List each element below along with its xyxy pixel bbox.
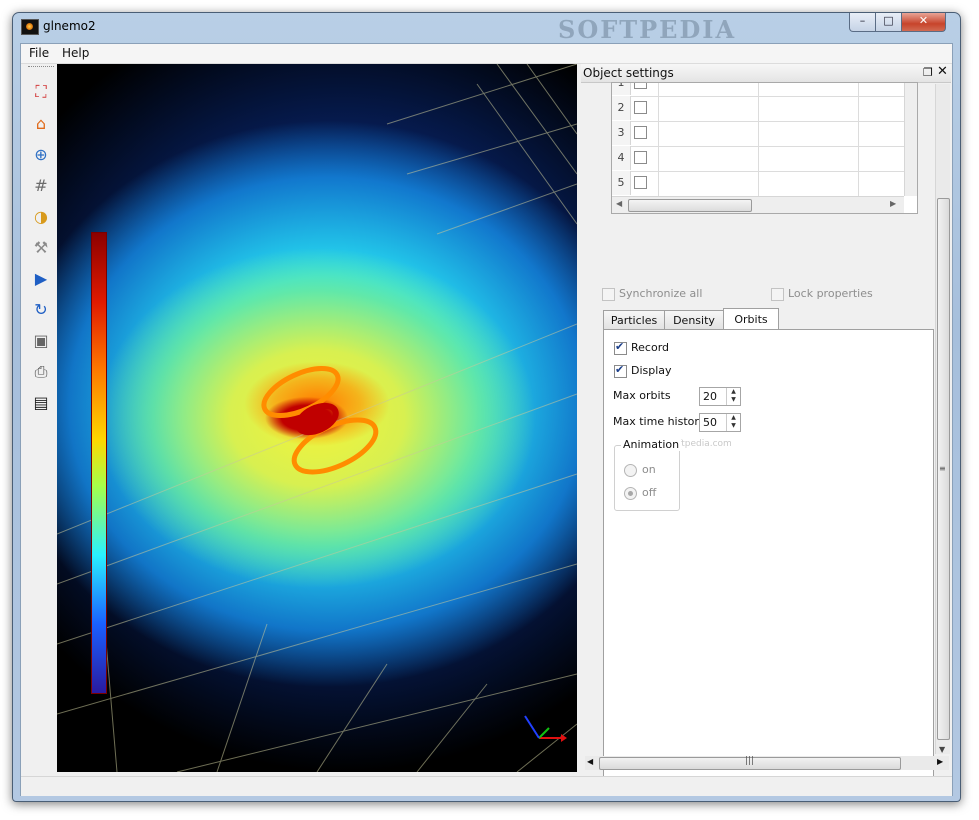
menu-bar: File Help (21, 44, 952, 64)
title-bar[interactable]: glnemo2 SOFTPEDIA – □ ✕ (13, 13, 960, 44)
close-button[interactable]: ✕ (901, 13, 946, 32)
3d-viewport[interactable] (57, 64, 577, 772)
max-time-history-value: 50 (703, 416, 717, 429)
row-visible-checkbox[interactable] (634, 83, 647, 89)
softpedia-watermark: SOFTPEDIA (558, 15, 737, 44)
animation-off-label: off (642, 486, 657, 499)
dock-title: Object settings (583, 66, 674, 80)
play-icon[interactable] (29, 267, 53, 291)
hscroll-grip: ||| (745, 756, 755, 766)
animation-on-label: on (642, 463, 656, 476)
max-orbits-spinbox[interactable]: 20 ▲ ▼ (699, 387, 741, 406)
settings-wrench-icon[interactable] (29, 236, 53, 260)
synchronize-all-checkbox[interactable] (602, 288, 615, 301)
spin-arrows-icon[interactable]: ▲ ▼ (726, 414, 740, 431)
application-window: glnemo2 SOFTPEDIA – □ ✕ File Help ⛶ ⌂ ⊕ … (12, 12, 961, 802)
orbits-panel: Record Display Max orbits 20 ▲▼ Max time… (603, 329, 934, 779)
status-bar (21, 776, 952, 796)
film-icon[interactable] (29, 391, 53, 415)
tab-density[interactable]: Density (664, 310, 724, 330)
spin-arrows-icon[interactable]: ▲ ▼ (726, 388, 740, 405)
max-time-history-label: Max time history (613, 415, 706, 428)
menu-help[interactable]: Help (62, 46, 89, 60)
vscroll-grip: ≡ (939, 464, 946, 473)
dock-float-button[interactable]: ❐ (923, 66, 933, 79)
menu-file[interactable]: File (29, 46, 49, 60)
maximize-button[interactable]: □ (875, 13, 902, 32)
row-number: 2 (612, 96, 631, 120)
animation-group: Animation on off (614, 438, 682, 511)
max-orbits-label: Max orbits (613, 389, 671, 402)
app-icon (21, 19, 39, 35)
table-row[interactable]: 2 (612, 96, 904, 122)
table-row[interactable]: 5 (612, 171, 904, 197)
toolbar-grip[interactable] (28, 66, 54, 69)
color-scale-bar (91, 232, 107, 694)
camera-icon[interactable] (29, 329, 53, 353)
record-checkbox[interactable] (614, 340, 627, 355)
synchronize-all-label: Synchronize all (619, 287, 703, 300)
window-title: glnemo2 (43, 19, 96, 33)
display-checkbox[interactable] (614, 363, 627, 378)
lock-properties-label: Lock properties (788, 287, 873, 300)
minimize-button[interactable]: – (849, 13, 876, 32)
scroll-left-arrow-icon[interactable]: ◀ (587, 757, 593, 766)
left-toolbar (23, 66, 57, 786)
display-label: Display (631, 364, 672, 377)
row-number: 1 (612, 83, 631, 95)
perspective-grid (57, 64, 577, 772)
scroll-right-arrow-icon[interactable]: ▶ (890, 199, 896, 208)
object-settings-dock: Object settings ❐ ✕ 1 2 3 4 5 ◀ ▶ Synchr… (581, 64, 951, 779)
row-visible-checkbox[interactable] (634, 126, 647, 139)
scroll-down-arrow-icon[interactable]: ▼ (939, 745, 945, 754)
client-area: File Help ⛶ ⌂ ⊕ # ◑ ⚒ ▶ ↻ ▣ ⎙ ▤ Object s… (20, 43, 953, 796)
tab-orbits[interactable]: Orbits (723, 308, 779, 331)
row-visible-checkbox[interactable] (634, 176, 647, 189)
scroll-right-arrow-icon[interactable]: ▶ (937, 757, 943, 766)
animation-group-title: Animation (621, 438, 682, 451)
table-row[interactable]: 3 (612, 121, 904, 147)
grid-icon[interactable] (29, 174, 53, 198)
animation-off-radio[interactable] (624, 487, 637, 500)
dock-close-button[interactable]: ✕ (937, 64, 948, 79)
palette-icon[interactable] (29, 205, 53, 229)
table-scroll-thumb[interactable] (628, 199, 752, 212)
row-visible-checkbox[interactable] (634, 151, 647, 164)
table-vertical-scrollbar[interactable] (904, 83, 917, 196)
table-row[interactable]: 4 (612, 146, 904, 172)
animation-on-radio[interactable] (624, 464, 637, 477)
row-number: 5 (612, 171, 631, 195)
table-row[interactable]: 1 (612, 83, 904, 97)
max-time-history-spinbox[interactable]: 50 ▲ ▼ (699, 413, 741, 432)
fullscreen-icon[interactable] (29, 80, 53, 104)
dock-horizontal-scrollbar[interactable]: ◀ ||| ▶ (585, 756, 949, 770)
zoom-icon[interactable] (29, 143, 53, 167)
dock-vertical-scrollbar[interactable]: ≡ ▼ (935, 84, 950, 754)
dock-title-bar[interactable]: Object settings ❐ ✕ (581, 64, 951, 83)
home-icon[interactable] (29, 112, 53, 136)
reload-icon[interactable] (29, 298, 53, 322)
table-horizontal-scrollbar[interactable]: ◀ ▶ (612, 196, 904, 213)
max-orbits-value: 20 (703, 390, 717, 403)
row-number: 4 (612, 146, 631, 170)
lock-properties-checkbox[interactable] (771, 288, 784, 301)
row-visible-checkbox[interactable] (634, 101, 647, 114)
axes-gizmo-icon (524, 715, 567, 742)
row-number: 3 (612, 121, 631, 145)
record-label: Record (631, 341, 670, 354)
print-icon[interactable] (29, 360, 53, 384)
scroll-left-arrow-icon[interactable]: ◀ (616, 199, 622, 208)
object-table: 1 2 3 4 5 ◀ ▶ (611, 82, 918, 214)
tab-particles[interactable]: Particles (603, 310, 665, 330)
